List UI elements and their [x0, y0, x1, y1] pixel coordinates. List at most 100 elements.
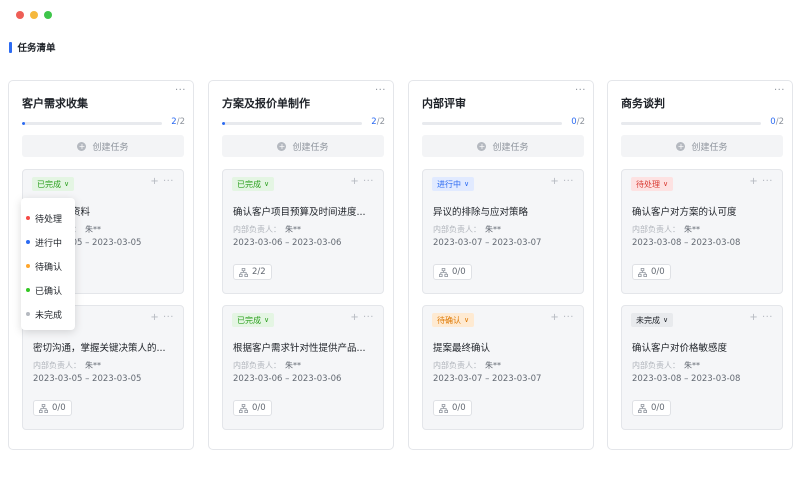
add-icon[interactable]: + — [350, 312, 359, 323]
column-more-icon[interactable]: ··· — [575, 86, 586, 96]
create-task-button[interactable]: + 创建任务 — [621, 135, 783, 157]
task-title: 确认客户项目预算及时间进度... — [233, 207, 366, 218]
subtask-tree-icon — [638, 403, 647, 413]
status-option[interactable]: 已确认 — [21, 278, 75, 302]
task-card[interactable]: 待处理 ∨ + ··· 确认客户对方案的认可度 内部负责人： 朱** 2023-0… — [621, 169, 783, 294]
create-task-button[interactable]: + 创建任务 — [422, 135, 584, 157]
status-label: 已完成 — [37, 179, 61, 189]
status-badge[interactable]: 已完成 ∨ — [232, 313, 275, 327]
add-icon[interactable]: + — [150, 312, 159, 323]
subtask-tree-icon — [439, 403, 448, 413]
task-title: 确认客户对价格敏感度 — [632, 343, 728, 354]
status-badge[interactable]: 待处理 ∨ — [631, 177, 674, 191]
column-progress-bar — [422, 122, 562, 125]
subtask-count-badge[interactable]: 0/0 — [433, 264, 472, 280]
owner-name: 朱** — [684, 361, 700, 370]
task-card[interactable]: 待确认 ∨ + ··· 提案最终确认 内部负责人： 朱** 2023-03-07 … — [422, 305, 584, 430]
task-title: 提案最终确认 — [433, 343, 491, 354]
chevron-down-icon: ∨ — [464, 316, 470, 324]
create-task-label: 创建任务 — [492, 142, 529, 153]
status-option-label: 待确认 — [35, 262, 63, 273]
page-title: 任务清单 — [9, 41, 56, 54]
maximize-window-button[interactable] — [44, 11, 52, 19]
more-icon[interactable]: ··· — [363, 176, 374, 187]
status-option[interactable]: 待处理 — [21, 206, 75, 230]
status-option[interactable]: 未完成 — [21, 302, 75, 326]
status-badge[interactable]: 未完成 ∨ — [631, 313, 674, 327]
create-task-button[interactable]: + 创建任务 — [22, 135, 184, 157]
owner-row: 内部负责人： 朱** — [632, 224, 700, 235]
more-icon[interactable]: ··· — [563, 312, 574, 323]
chevron-down-icon: ∨ — [663, 180, 669, 188]
subtask-count: 0/0 — [252, 403, 266, 413]
owner-label: 内部负责人： — [632, 361, 680, 370]
owner-name: 朱** — [85, 361, 101, 370]
task-card[interactable]: 未完成 ∨ + ··· 确认客户对价格敏感度 内部负责人： 朱** 2023-03… — [621, 305, 783, 430]
status-dot-icon — [26, 288, 30, 292]
window-controls — [16, 11, 52, 19]
task-card[interactable]: 已完成 ∨ + ··· 根据客户需求针对性提供产品... 内部负责人： 朱** 2… — [222, 305, 384, 430]
column-title: 内部评审 — [422, 97, 466, 110]
more-icon[interactable]: ··· — [363, 312, 374, 323]
column-title: 方案及报价单制作 — [222, 97, 310, 110]
owner-label: 内部负责人： — [33, 361, 81, 370]
chevron-down-icon: ∨ — [663, 316, 669, 324]
more-icon[interactable]: ··· — [163, 176, 174, 187]
chevron-down-icon: ∨ — [64, 180, 70, 188]
column-progress-text: 0/2 — [770, 117, 784, 127]
task-card[interactable]: 进行中 ∨ + ··· 异议的排除与应对策略 内部负责人： 朱** 2023-03… — [422, 169, 584, 294]
subtask-count: 0/0 — [452, 267, 466, 277]
subtask-count-badge[interactable]: 0/0 — [632, 400, 671, 416]
status-label: 待确认 — [437, 315, 461, 325]
subtask-count-badge[interactable]: 0/0 — [233, 400, 272, 416]
owner-name: 朱** — [684, 225, 700, 234]
status-dot-icon — [26, 264, 30, 268]
add-icon[interactable]: + — [550, 176, 559, 187]
status-label: 进行中 — [437, 179, 461, 189]
column-more-icon[interactable]: ··· — [175, 86, 186, 96]
column-more-icon[interactable]: ··· — [375, 86, 386, 96]
column-progress-bar — [222, 122, 362, 125]
status-badge[interactable]: 已完成 ∨ — [32, 177, 75, 191]
subtask-count-badge[interactable]: 2/2 — [233, 264, 272, 280]
minimize-window-button[interactable] — [30, 11, 38, 19]
subtask-count-badge[interactable]: 0/0 — [433, 400, 472, 416]
owner-row: 内部负责人： 朱** — [632, 360, 700, 371]
more-icon[interactable]: ··· — [762, 176, 773, 187]
create-task-button[interactable]: + 创建任务 — [222, 135, 384, 157]
add-icon[interactable]: + — [749, 176, 758, 187]
add-icon[interactable]: + — [550, 312, 559, 323]
more-icon[interactable]: ··· — [762, 312, 773, 323]
status-badge[interactable]: 进行中 ∨ — [432, 177, 475, 191]
more-icon[interactable]: ··· — [163, 312, 174, 323]
add-icon[interactable]: + — [749, 312, 758, 323]
owner-name: 朱** — [85, 225, 101, 234]
owner-row: 内部负责人： 朱** — [233, 360, 301, 371]
add-icon[interactable]: + — [350, 176, 359, 187]
status-label: 未完成 — [636, 315, 660, 325]
subtask-count-badge[interactable]: 0/0 — [632, 264, 671, 280]
plus-circle-icon: + — [277, 141, 287, 151]
owner-label: 内部负责人： — [632, 225, 680, 234]
status-option-label: 已确认 — [35, 286, 63, 297]
status-badge[interactable]: 待确认 ∨ — [432, 313, 475, 327]
status-option[interactable]: 进行中 — [21, 230, 75, 254]
status-badge[interactable]: 已完成 ∨ — [232, 177, 275, 191]
chevron-down-icon: ∨ — [264, 180, 270, 188]
status-option-label: 进行中 — [35, 238, 63, 249]
add-icon[interactable]: + — [150, 176, 159, 187]
column-more-icon[interactable]: ··· — [774, 86, 785, 96]
task-title: 确认客户对方案的认可度 — [632, 207, 737, 218]
owner-name: 朱** — [485, 361, 501, 370]
subtask-count: 0/0 — [651, 267, 665, 277]
status-option[interactable]: 待确认 — [21, 254, 75, 278]
more-icon[interactable]: ··· — [563, 176, 574, 187]
plus-circle-icon: + — [676, 141, 686, 151]
column-internal-review: ··· 内部评审 0/2 + 创建任务 进行中 ∨ + ··· 异议的排除与应对… — [408, 80, 594, 450]
subtask-count-badge[interactable]: 0/0 — [33, 400, 72, 416]
plus-circle-icon: + — [477, 141, 487, 151]
task-card[interactable]: 已完成 ∨ + ··· 确认客户项目预算及时间进度... 内部负责人： 朱** 2… — [222, 169, 384, 294]
owner-row: 内部负责人： 朱** — [233, 224, 301, 235]
close-window-button[interactable] — [16, 11, 24, 19]
task-date-range: 2023-03-05 – 2023-03-05 — [33, 374, 142, 384]
